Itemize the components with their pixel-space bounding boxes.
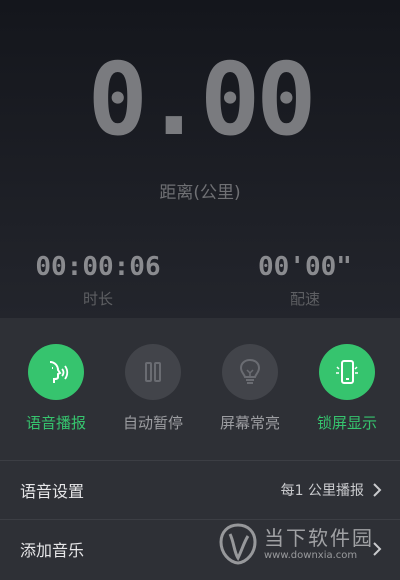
voice-broadcast-icon <box>28 344 84 400</box>
distance-value: 0.00 <box>87 41 317 158</box>
watermark-name: 当下软件园 <box>264 526 374 550</box>
pace-label: 配速 <box>289 290 320 308</box>
lock-screen-label: 锁屏显示 <box>316 414 377 432</box>
lightbulb-icon <box>222 344 278 400</box>
auto-pause-toggle[interactable]: 自动暂停 <box>105 344 201 433</box>
watermark-url: www.downxia.com <box>264 550 358 561</box>
voice-settings-label: 语音设置 <box>20 481 85 501</box>
pace-value: 00'00" <box>258 252 352 282</box>
screen-on-toggle[interactable]: 屏幕常亮 <box>202 344 298 433</box>
auto-pause-label: 自动暂停 <box>122 414 183 432</box>
phone-lock-icon <box>319 344 375 400</box>
voice-broadcast-toggle[interactable]: 语音播报 <box>8 344 104 433</box>
voice-settings-row[interactable]: 语音设置 每1 公里播报 <box>0 460 400 518</box>
quick-controls: 语音播报 自动暂停 屏幕常亮 锁屏显示 <box>0 344 400 464</box>
distance-label: 距离(公里) <box>159 183 241 203</box>
lock-screen-toggle[interactable]: 锁屏显示 <box>299 344 395 433</box>
duration-value: 00:00:06 <box>35 252 161 282</box>
screen-on-label: 屏幕常亮 <box>219 414 280 432</box>
chevron-right-icon <box>373 482 382 497</box>
duration-label: 时长 <box>82 290 113 308</box>
duration-stat: 00:00:06 时长 <box>18 252 178 309</box>
pace-stat: 00'00" 配速 <box>225 252 385 309</box>
watermark-logo-icon <box>219 523 257 565</box>
voice-settings-value: 每1 公里播报 <box>280 482 364 499</box>
run-stats-area: 0.00 距离(公里) 00:00:06 时长 00'00" 配速 <box>0 0 400 318</box>
voice-broadcast-label: 语音播报 <box>25 414 86 432</box>
pause-icon <box>125 344 181 400</box>
watermark: 当下软件园 www.downxia.com <box>218 522 390 568</box>
